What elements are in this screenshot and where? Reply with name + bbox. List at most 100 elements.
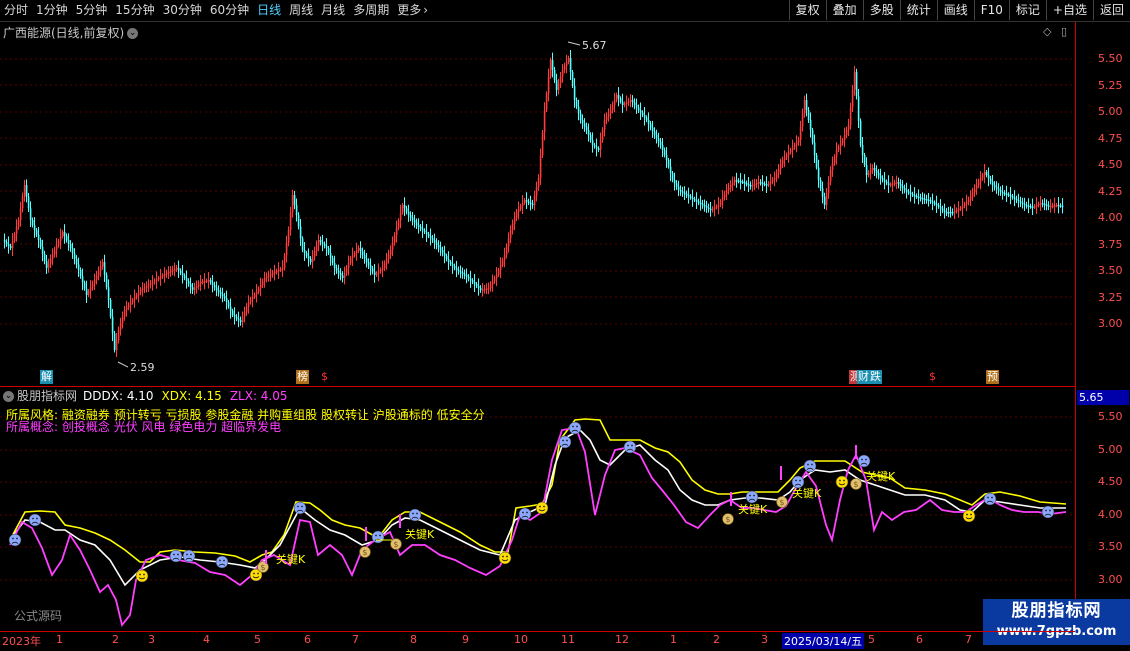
- price-candle: [899, 184, 902, 186]
- price-candle: [643, 115, 646, 118]
- price-candle: [301, 238, 304, 250]
- face-eye: [526, 511, 528, 514]
- price-candle: [683, 192, 686, 194]
- price-tick: 4.25: [1098, 185, 1123, 198]
- key-k-label: 关键K: [276, 552, 306, 566]
- price-candle: [827, 181, 830, 194]
- money-bag-symbol: $: [260, 563, 265, 572]
- price-candle: [291, 195, 294, 213]
- price-candle: [649, 123, 652, 128]
- event-marker[interactable]: $: [320, 370, 329, 384]
- price-candle: [655, 135, 658, 139]
- price-candle: [731, 182, 734, 185]
- sad-face-icon: [293, 501, 307, 515]
- price-candle: [795, 142, 798, 145]
- sad-face-icon: [8, 533, 22, 547]
- price-candle: [443, 253, 446, 256]
- face-eye: [16, 537, 18, 540]
- price-candle: [201, 281, 204, 283]
- price-candle: [93, 280, 96, 284]
- event-marker[interactable]: $: [928, 370, 937, 384]
- price-candle: [789, 150, 792, 153]
- price-candle: [283, 255, 286, 268]
- face-eye: [811, 463, 813, 466]
- price-candle: [505, 246, 508, 255]
- price-candle: [1011, 196, 1014, 198]
- price-candle: [559, 76, 562, 84]
- price-candle: [867, 172, 870, 175]
- price-candle: [487, 288, 490, 290]
- price-candle: [3, 240, 6, 242]
- price-candle: [1013, 197, 1016, 199]
- price-candle: [667, 160, 670, 167]
- stock-title[interactable]: 广西能源(日线,前复权) ⌄: [3, 24, 139, 41]
- face-eye: [839, 479, 841, 482]
- price-candle: [893, 182, 896, 185]
- chevron-down-icon[interactable]: ⌄: [127, 28, 139, 39]
- price-candle: [305, 253, 308, 256]
- price-candle: [91, 283, 94, 288]
- price-candle: [407, 211, 410, 215]
- face-eye: [572, 425, 574, 428]
- price-candle: [339, 273, 342, 276]
- indicator-name[interactable]: 股朋指标网: [17, 389, 77, 403]
- price-candle: [105, 274, 108, 288]
- price-candle: [1033, 206, 1036, 208]
- price-candle: [507, 238, 510, 247]
- price-candle: [405, 208, 408, 212]
- price-candle: [769, 181, 772, 184]
- event-marker[interactable]: 预: [986, 370, 999, 384]
- chart-canvas[interactable]: 5.67 2.59 $ $ $ $ $ $ 关键K 关键K 关键K 关键K 关键K: [0, 0, 1130, 650]
- price-candle: [1015, 198, 1018, 201]
- price-candle: [703, 205, 706, 207]
- price-candle: [227, 302, 230, 307]
- sad-face-icon: [215, 555, 229, 569]
- sidebar-toggle-icon[interactable]: ▯: [1061, 25, 1067, 38]
- zlx-value: ZLX: 4.05: [229, 389, 288, 403]
- price-candle: [747, 184, 750, 186]
- price-candle: [441, 250, 444, 253]
- key-k-label: 关键K: [738, 502, 768, 516]
- price-candle: [399, 212, 402, 221]
- diamond-icon[interactable]: ◇: [1043, 25, 1051, 38]
- price-candle: [1045, 204, 1048, 206]
- price-candle: [485, 288, 488, 290]
- face-eye: [576, 425, 578, 428]
- event-marker[interactable]: 榜: [296, 370, 309, 384]
- price-candle: [323, 244, 326, 246]
- stock-title-text: 广西能源(日线,前复权): [3, 26, 125, 40]
- chevron-down-icon[interactable]: ⌄: [3, 391, 14, 402]
- price-candle: [855, 72, 858, 97]
- date-tick: 2: [112, 633, 119, 646]
- price-candle: [131, 300, 134, 303]
- date-tick: 2023年: [2, 635, 41, 648]
- price-candle: [781, 160, 784, 165]
- price-candle: [695, 200, 698, 202]
- price-candle: [935, 203, 938, 206]
- price-candle: [583, 123, 586, 127]
- date-tick: 1: [56, 633, 63, 646]
- price-candle: [715, 206, 718, 208]
- face-eye: [987, 496, 989, 499]
- formula-source-link[interactable]: 公式源码: [14, 607, 62, 624]
- price-candle: [65, 236, 68, 240]
- price-candle: [445, 256, 448, 259]
- price-candle: [595, 146, 598, 149]
- price-candle: [267, 275, 270, 278]
- price-candle: [723, 193, 726, 198]
- price-candle: [343, 273, 346, 278]
- price-candle: [461, 272, 464, 274]
- concept-label: 所属概念:: [6, 420, 59, 434]
- price-candle: [693, 198, 696, 201]
- event-marker[interactable]: 跌: [869, 370, 882, 384]
- face-eye: [1049, 509, 1051, 512]
- event-marker[interactable]: 解: [40, 370, 53, 384]
- sad-face-icon: [518, 507, 532, 521]
- price-candle: [777, 169, 780, 174]
- price-candle: [177, 268, 180, 271]
- price-candle: [21, 196, 24, 209]
- price-candle: [225, 298, 228, 303]
- sad-face-icon: [371, 530, 385, 544]
- price-candle: [679, 190, 682, 192]
- price-candle: [31, 220, 34, 225]
